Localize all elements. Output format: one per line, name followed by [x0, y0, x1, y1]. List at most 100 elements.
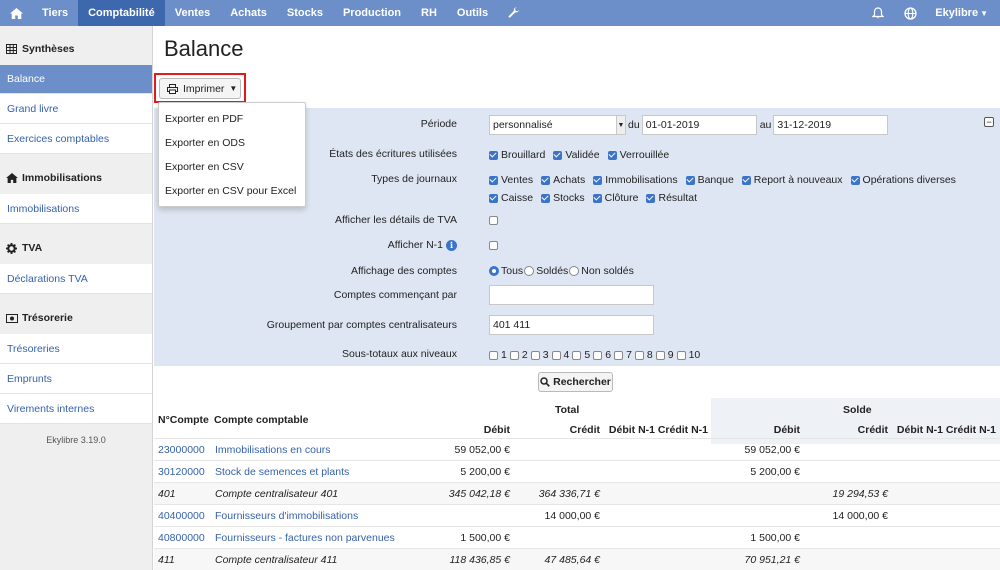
menu-export-csv[interactable]: Exporter en CSV	[159, 155, 305, 179]
row-account-link[interactable]: Fournisseurs d'immobilisations	[215, 505, 358, 527]
checkbox-verrouillee[interactable]: Verrouillée	[607, 149, 669, 161]
nav-stocks[interactable]: Stocks	[277, 0, 333, 26]
row-account-link[interactable]: Stock de semences et plants	[215, 461, 349, 483]
col-header-solde-credit-n1[interactable]: Crédit N-1	[946, 424, 996, 436]
sidebar-section-tva: TVA	[0, 232, 152, 264]
checkbox-level-4[interactable]: 4	[551, 349, 569, 361]
col-header-total-debit-n1[interactable]: Débit N-1	[609, 424, 655, 436]
row-account-link[interactable]: Fournisseurs - factures non parvenues	[215, 527, 395, 549]
checkbox-immobilisations[interactable]: Immobilisations	[593, 174, 678, 186]
option-label: Validée	[565, 149, 600, 161]
checkbox-cloture[interactable]: Clôture	[592, 192, 638, 204]
sidebar-item-virements[interactable]: Virements internes	[0, 394, 152, 424]
periode-select[interactable]: personnalisé ▼	[489, 115, 626, 135]
sidebar-item-grand-livre[interactable]: Grand livre	[0, 94, 152, 124]
print-button[interactable]: Imprimer ▼	[159, 78, 241, 99]
nav-production[interactable]: Production	[333, 0, 411, 26]
checkbox-achats[interactable]: Achats	[541, 174, 585, 186]
row-num: 401	[158, 488, 176, 500]
user-menu[interactable]: Ekylibre ▼	[927, 0, 1000, 26]
checkbox-level-6[interactable]: 6	[593, 349, 611, 361]
checkbox-caisse[interactable]: Caisse	[489, 192, 533, 204]
wrench-icon[interactable]	[498, 0, 530, 26]
label-groupement: Groupement par comptes centralisateurs	[266, 319, 457, 331]
col-header-account[interactable]: Compte comptable	[214, 414, 309, 426]
checkbox-brouillard[interactable]: Brouillard	[489, 149, 545, 161]
info-icon[interactable]: i	[446, 239, 457, 251]
radio-soldes[interactable]: Soldés	[524, 265, 568, 277]
checkbox-resultat[interactable]: Résultat	[646, 192, 697, 204]
nav-tiers[interactable]: Tiers	[32, 0, 78, 26]
nav-comptabilite[interactable]: Comptabilité	[78, 0, 165, 26]
radio-non-soldes[interactable]: Non soldés	[569, 265, 634, 277]
checkbox-operations[interactable]: Opérations diverses	[850, 174, 956, 186]
checkbox-level-10[interactable]: 10	[676, 349, 700, 361]
checkbox-level-9[interactable]: 9	[655, 349, 674, 361]
radio-tous[interactable]: Tous	[489, 265, 523, 277]
sidebar-section-label: TVA	[22, 242, 43, 254]
row-num-link[interactable]: 40400000	[158, 505, 205, 527]
row-total-debit: 345 042,18 €	[448, 488, 510, 500]
sidebar-item-emprunts[interactable]: Emprunts	[0, 364, 152, 394]
version-label: Ekylibre 3.19.0	[46, 435, 106, 445]
col-header-solde-debit[interactable]: Débit	[774, 424, 800, 436]
option-label: 2	[521, 349, 528, 361]
row-total-credit: 47 485,64 €	[544, 554, 600, 566]
comptes-commencant-input[interactable]	[489, 285, 654, 305]
row-num-link[interactable]: 23000000	[158, 439, 205, 461]
menu-export-pdf[interactable]: Exporter en PDF	[159, 107, 305, 131]
checkbox-banque[interactable]: Banque	[685, 174, 734, 186]
row-num-link[interactable]: 30120000	[158, 461, 205, 483]
col-header-num[interactable]: N°Compte	[158, 414, 209, 426]
sidebar-item-declarations-tva[interactable]: Déclarations TVA	[0, 264, 152, 294]
menu-export-csv-excel[interactable]: Exporter en CSV pour Excel	[159, 179, 305, 203]
checkbox-report[interactable]: Report à nouveaux	[741, 174, 843, 186]
col-header-total-credit[interactable]: Crédit	[570, 424, 600, 436]
row-total-debit: 118 436,85 €	[449, 554, 510, 566]
page-title: Balance	[164, 36, 244, 61]
row-solde-debit: 5 200,00 €	[750, 466, 800, 478]
home-icon[interactable]	[0, 0, 32, 26]
checkbox-unchecked	[634, 350, 644, 360]
collapse-icon[interactable]: −	[984, 117, 994, 127]
checkbox-n1[interactable]	[489, 241, 498, 250]
checkbox-level-1[interactable]: 1	[489, 349, 507, 361]
col-header-total-debit[interactable]: Débit	[484, 424, 510, 436]
nav-achats[interactable]: Achats	[220, 0, 277, 26]
checkbox-validee[interactable]: Validée	[553, 149, 600, 161]
nav-rh[interactable]: RH	[411, 0, 447, 26]
col-header-solde-credit[interactable]: Crédit	[858, 424, 888, 436]
row-num-link[interactable]: 40800000	[158, 527, 205, 549]
sidebar-item-tresoreries[interactable]: Trésoreries	[0, 334, 152, 364]
checkbox-level-8[interactable]: 8	[634, 349, 653, 361]
nav-ventes[interactable]: Ventes	[165, 0, 220, 26]
checkbox-unchecked	[509, 350, 519, 360]
checkbox-level-3[interactable]: 3	[530, 349, 549, 361]
search-button[interactable]: Rechercher	[538, 372, 613, 392]
date-from-input[interactable]: 01-01-2019	[641, 115, 757, 135]
nav-outils[interactable]: Outils	[447, 0, 498, 26]
row-account-link[interactable]: Immobilisations en cours	[215, 439, 331, 461]
globe-icon[interactable]	[894, 0, 927, 26]
option-label: Banque	[697, 174, 734, 186]
checkbox-checked	[607, 150, 617, 160]
sidebar-item-immobilisations[interactable]: Immobilisations	[0, 194, 152, 224]
checkbox-ventes[interactable]: Ventes	[489, 174, 533, 186]
menu-export-ods[interactable]: Exporter en ODS	[159, 131, 305, 155]
bell-icon[interactable]	[862, 0, 894, 26]
option-label: 7	[626, 349, 632, 361]
search-label: Rechercher	[553, 376, 611, 388]
checkbox-level-5[interactable]: 5	[572, 349, 590, 361]
checkbox-level-2[interactable]: 2	[509, 349, 528, 361]
sidebar-item-balance[interactable]: Balance	[0, 65, 152, 94]
sidebar-item-exercices[interactable]: Exercices comptables	[0, 124, 152, 154]
groupement-input[interactable]: 401 411	[489, 315, 654, 335]
checkbox-stocks[interactable]: Stocks	[541, 192, 585, 204]
col-header-solde-debit-n1[interactable]: Débit N-1	[897, 424, 943, 436]
date-to-input[interactable]: 31-12-2019	[773, 115, 889, 135]
option-label: 3	[542, 349, 549, 361]
checkbox-unchecked	[489, 350, 498, 360]
col-header-total-credit-n1[interactable]: Crédit N-1	[658, 424, 708, 436]
checkbox-level-7[interactable]: 7	[614, 349, 632, 361]
checkbox-tva-details[interactable]	[489, 216, 498, 225]
